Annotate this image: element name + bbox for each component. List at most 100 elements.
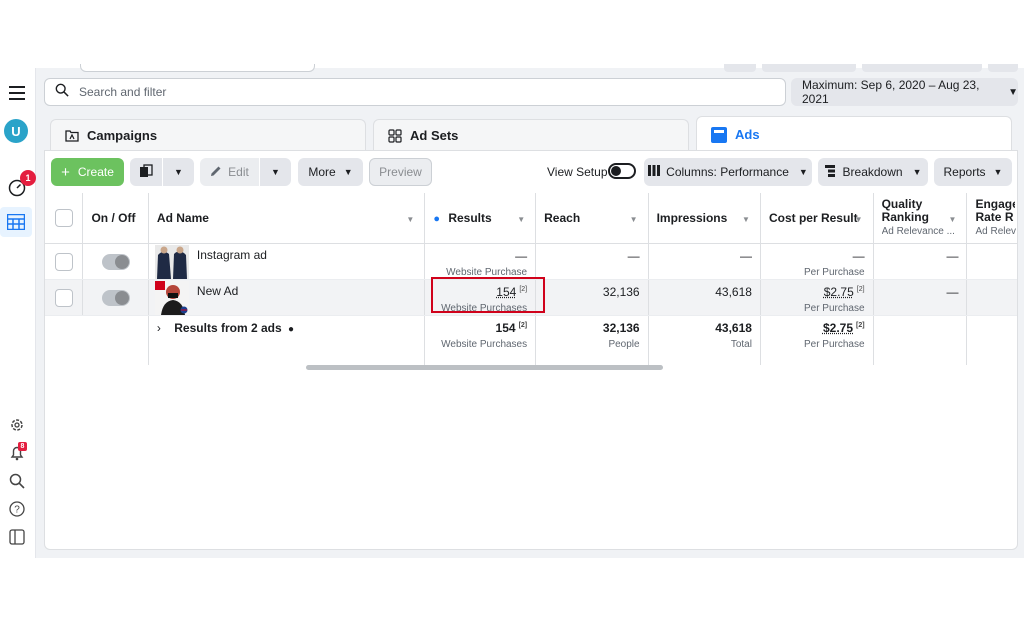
reach-header-label: Reach [544, 210, 581, 225]
totals-results-subtext: Website Purchases [441, 338, 528, 350]
cost-subtext: Per Purchase [803, 266, 865, 278]
on-off-header-label: On / Off [91, 210, 136, 225]
select-all-checkbox[interactable] [55, 208, 73, 227]
totals-spacer [82, 315, 149, 365]
totals-label-cell[interactable]: › Results from 2 ads ● [148, 315, 426, 365]
results-cell: — Website Purchase [424, 243, 537, 280]
panel-toggle-icon[interactable] [6, 526, 28, 548]
impressions-cell: — [648, 243, 761, 280]
totals-cost-cell: $2.75 [2] Per Purchase [760, 315, 874, 365]
sort-caret-icon[interactable]: ▼ [855, 215, 863, 224]
totals-results-value: 154 [495, 320, 516, 335]
tab-campaigns-label: Campaigns [87, 128, 158, 143]
info-icon[interactable]: ● [288, 324, 294, 335]
ad-name-header-label: Ad Name [156, 210, 209, 225]
search-filter-bar[interactable]: Search and filter [44, 78, 786, 106]
ad-status-toggle[interactable] [101, 253, 130, 270]
tab-ad-sets-label: Ad Sets [410, 128, 459, 143]
impressions-value: — [739, 248, 752, 263]
caret-down-icon: ▼ [798, 167, 808, 177]
columns-button[interactable]: Columns: Performance ▼ [644, 158, 812, 186]
more-button[interactable]: More ▼ [298, 158, 363, 186]
caret-down-icon: ▼ [343, 167, 353, 177]
sort-caret-icon[interactable]: ▼ [517, 215, 525, 224]
engagement-ranking-header-label: Engage Rate R [975, 198, 1016, 225]
create-button[interactable]: + Create [51, 158, 124, 186]
duplicate-button[interactable] [130, 158, 162, 186]
cropped-header-button [988, 64, 1018, 72]
results-cell[interactable]: 154 [2] Website Purchases [424, 279, 537, 316]
info-icon[interactable]: ● [433, 213, 440, 225]
reports-button[interactable]: Reports ▼ [934, 158, 1012, 186]
preview-button[interactable]: Preview [369, 158, 432, 186]
table-row[interactable]: New Ad 154 [2] Website Purchases 32,136 4… [45, 279, 1017, 316]
totals-cost-footnote: [2] [856, 321, 865, 329]
engagement-cell [966, 279, 1017, 316]
avatar[interactable]: U [4, 119, 28, 143]
reach-cell: 32,136 [535, 279, 649, 316]
notification-count: 1 [25, 173, 31, 183]
alert-count: 8 [20, 443, 25, 450]
tab-campaigns[interactable]: Campaigns [50, 119, 366, 151]
results-subtext: Website Purchases [441, 302, 528, 314]
engagement-ranking-subheader: Ad Relev [975, 226, 1017, 238]
menu-icon[interactable] [6, 82, 28, 104]
cost-cell: — Per Purchase [760, 243, 874, 280]
impressions-value: 43,618 [715, 284, 752, 299]
totals-results-cell: 154 [2] Website Purchases [424, 315, 537, 365]
view-setup-toggle[interactable] [608, 163, 636, 179]
gear-icon[interactable] [6, 414, 28, 436]
search-icon[interactable] [6, 470, 28, 492]
ad-thumbnail-new-ad [154, 280, 189, 315]
cost-value[interactable]: $2.75 [824, 285, 854, 299]
edit-button[interactable]: Edit [200, 158, 259, 186]
columns-icon [648, 165, 661, 179]
results-header[interactable]: ● Results ▼ [424, 193, 537, 244]
results-value[interactable]: 154 [496, 285, 516, 299]
totals-cost-value[interactable]: $2.75 [823, 321, 853, 335]
ad-name-cell[interactable]: New Ad [148, 279, 426, 316]
caret-down-icon: ▼ [993, 167, 1003, 177]
quality-ranking-header[interactable]: Quality Ranking Ad Relevance ... ▼ [873, 193, 968, 244]
quality-value: — [946, 284, 959, 299]
table-grid-icon [5, 211, 27, 233]
reach-header[interactable]: Reach ▼ [535, 193, 649, 244]
sort-caret-icon[interactable]: ▼ [406, 215, 414, 224]
engagement-ranking-header[interactable]: Engage Rate R Ad Relev [966, 193, 1017, 244]
ad-name-link[interactable]: Instagram ad [197, 248, 267, 262]
breakdown-button[interactable]: Breakdown ▼ [818, 158, 928, 186]
duplicate-dropdown[interactable]: ▼ [163, 158, 194, 186]
select-all-header [45, 193, 84, 244]
impressions-header[interactable]: Impressions ▼ [648, 193, 761, 244]
reach-value: 32,136 [602, 284, 640, 299]
ad-name-link[interactable]: New Ad [197, 284, 238, 298]
ad-name-header[interactable]: Ad Name ▼ [148, 193, 426, 244]
help-icon[interactable]: ? [6, 498, 28, 520]
horizontal-scrollbar[interactable] [306, 365, 663, 370]
impressions-cell: 43,618 [648, 279, 761, 316]
table-row[interactable]: Instagram ad — Website Purchase — — — Pe… [45, 243, 1017, 280]
tab-ads[interactable]: Ads [696, 116, 1012, 152]
tab-ad-sets[interactable]: Ad Sets [373, 119, 689, 151]
chevron-right-icon[interactable]: › [157, 321, 161, 335]
sort-caret-icon[interactable]: ▼ [630, 215, 638, 224]
sort-caret-icon[interactable]: ▼ [949, 215, 957, 224]
ad-thumbnail-instagram [154, 244, 189, 279]
search-icon [55, 83, 69, 102]
row-checkbox[interactable] [55, 288, 73, 307]
date-range-picker[interactable]: Maximum: Sep 6, 2020 – Aug 23, 2021 ▼ [791, 78, 1018, 106]
quality-cell: — [873, 243, 968, 280]
row-checkbox[interactable] [55, 252, 73, 271]
impressions-header-label: Impressions [656, 210, 728, 225]
sort-caret-icon[interactable]: ▼ [742, 215, 750, 224]
view-setup-label: View Setup [547, 165, 608, 179]
cost-cell[interactable]: $2.75 [2] Per Purchase [760, 279, 874, 316]
edit-dropdown[interactable]: ▼ [260, 158, 291, 186]
ad-status-toggle[interactable] [101, 289, 130, 306]
ad-name-cell[interactable]: Instagram ad [148, 243, 426, 280]
on-off-header[interactable]: On / Off [82, 193, 149, 244]
create-label: Create [77, 165, 114, 179]
cost-per-result-header[interactable]: Cost per Result ▼ [760, 193, 874, 244]
cropped-header-button [724, 64, 756, 72]
quality-cell: — [873, 279, 968, 316]
